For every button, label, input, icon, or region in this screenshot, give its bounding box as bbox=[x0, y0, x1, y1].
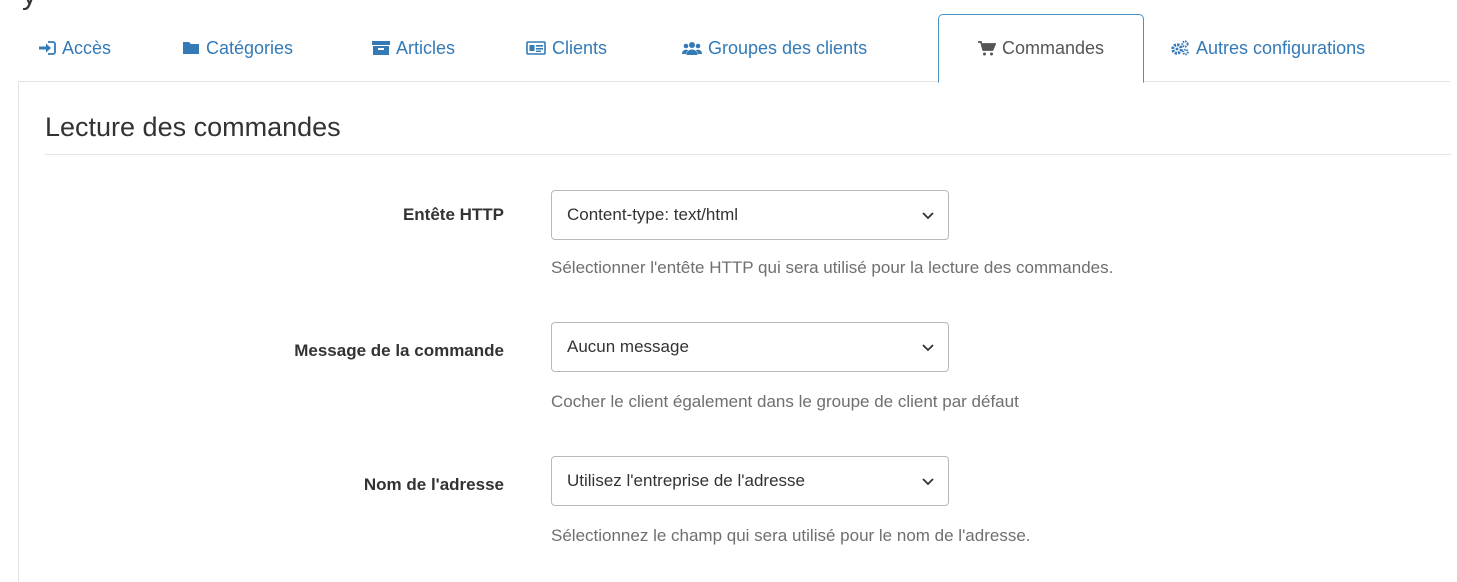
tab-label: Catégories bbox=[206, 37, 294, 58]
message-commande-help: Cocher le client également dans le group… bbox=[551, 392, 1019, 411]
tab-categories[interactable]: Catégories bbox=[182, 14, 293, 82]
users-icon bbox=[682, 41, 702, 56]
tab-label: Accès bbox=[62, 37, 112, 58]
archive-icon bbox=[372, 41, 390, 55]
select-value: Utilisez l'entreprise de l'adresse bbox=[567, 471, 805, 490]
entete-http-select[interactable]: Content-type: text/html bbox=[551, 190, 949, 240]
chevron-down-icon bbox=[920, 207, 936, 228]
sign-in-icon bbox=[38, 41, 56, 55]
tab-commandes[interactable]: Commandes bbox=[938, 14, 1144, 83]
message-commande-select[interactable]: Aucun message bbox=[551, 322, 949, 372]
nom-adresse-select[interactable]: Utilisez l'entreprise de l'adresse bbox=[551, 456, 949, 506]
cogs-icon bbox=[1170, 40, 1190, 56]
page-heading-fragment: y bbox=[22, 0, 37, 12]
tab-label: Clients bbox=[552, 37, 608, 58]
tab-label: Commandes bbox=[1001, 38, 1105, 58]
tab-articles[interactable]: Articles bbox=[372, 14, 455, 82]
chevron-down-icon bbox=[920, 473, 936, 494]
tab-groupes-des-clients[interactable]: Groupes des clients bbox=[682, 14, 867, 82]
tab-autres-configurations[interactable]: Autres configurations bbox=[1170, 14, 1365, 82]
tab-content-panel: Lecture des commandes Entête HTTP Conten… bbox=[18, 82, 1451, 582]
folder-icon bbox=[182, 41, 200, 55]
select-value: Aucun message bbox=[567, 337, 689, 356]
select-value: Content-type: text/html bbox=[567, 205, 739, 224]
nom-adresse-help: Sélectionnez le champ qui sera utilisé p… bbox=[551, 526, 1031, 545]
entete-http-help: Sélectionner l'entête HTTP qui sera util… bbox=[551, 258, 1114, 277]
nom-adresse-label: Nom de l'adresse bbox=[363, 475, 504, 494]
tab-clients[interactable]: Clients bbox=[526, 14, 607, 82]
tab-label: Articles bbox=[396, 37, 456, 58]
tab-label: Autres configurations bbox=[1196, 37, 1366, 58]
tab-label: Groupes des clients bbox=[708, 37, 868, 58]
chevron-down-icon bbox=[920, 339, 936, 360]
tab-acces[interactable]: Accès bbox=[38, 14, 111, 82]
section-title: Lecture des commandes bbox=[45, 112, 341, 142]
tab-bar: Accès Catégories Articles Clients Groupe… bbox=[18, 14, 1450, 83]
id-card-icon bbox=[526, 41, 546, 55]
cart-icon bbox=[977, 41, 996, 56]
message-commande-label: Message de la commande bbox=[294, 341, 504, 360]
entete-http-label: Entête HTTP bbox=[402, 205, 504, 224]
section-divider bbox=[45, 154, 1451, 155]
